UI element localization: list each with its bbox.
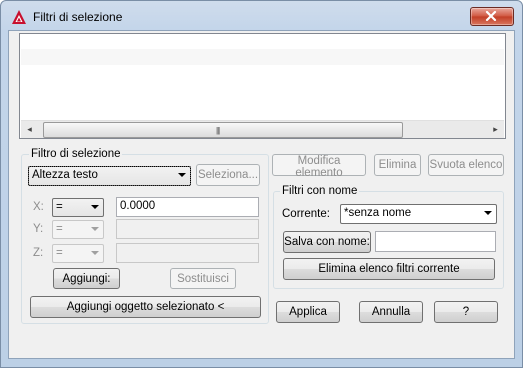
filter-list[interactable]: ◂ ||| ▸ [19, 33, 506, 139]
scroll-grip-icon: ||| [216, 126, 220, 135]
chevron-down-icon [91, 227, 99, 231]
current-filter-dropdown[interactable]: *senza nome [340, 204, 497, 224]
y-label: Y: [33, 223, 44, 235]
select-button[interactable]: Seleziona... [196, 164, 260, 186]
add-selected-object-button[interactable]: Aggiungi oggetto selezionato < [30, 296, 261, 318]
close-button[interactable] [470, 7, 514, 26]
help-button[interactable]: ? [434, 301, 498, 323]
list-item[interactable] [21, 49, 504, 65]
y-operator-dropdown[interactable]: = [52, 220, 104, 239]
y-operator-value: = [56, 223, 63, 235]
x-value-field[interactable]: 0.0000 [116, 197, 259, 217]
save-as-field[interactable] [375, 231, 496, 252]
chevron-down-icon [91, 205, 99, 209]
y-value-field[interactable] [116, 219, 259, 239]
window-title: Filtri di selezione [33, 10, 123, 24]
scroll-thumb[interactable]: ||| [43, 122, 403, 138]
x-label: X: [33, 201, 44, 213]
cancel-button[interactable]: Annulla [359, 301, 423, 323]
edit-item-button[interactable]: Modifica elemento [272, 154, 366, 179]
z-label: Z: [33, 247, 44, 259]
z-operator-dropdown[interactable]: = [52, 244, 104, 263]
scroll-left-arrow-icon[interactable]: ◂ [21, 121, 38, 138]
title-bar[interactable]: Filtri di selezione [1, 1, 522, 31]
z-value-field[interactable] [116, 243, 259, 263]
current-label: Corrente: [282, 208, 330, 220]
clear-list-button[interactable]: Svuota elenco [428, 154, 504, 176]
named-filters-label: Filtri con nome [280, 185, 360, 197]
x-operator-dropdown[interactable]: = [52, 198, 104, 217]
current-filter-value: *senza nome [344, 207, 412, 219]
horizontal-scrollbar[interactable]: ◂ ||| ▸ [21, 120, 504, 138]
filter-type-dropdown[interactable]: Altezza testo [28, 166, 191, 186]
autocad-logo-icon [12, 10, 26, 24]
chevron-down-icon [91, 251, 99, 255]
z-operator-value: = [56, 247, 63, 259]
add-button[interactable]: Aggiungi: [53, 268, 120, 289]
selection-filter-label: Filtro di selezione [29, 148, 123, 160]
close-icon [485, 11, 497, 21]
replace-button[interactable]: Sostituisci [170, 268, 236, 289]
delete-current-filter-list-button[interactable]: Elimina elenco filtri corrente [283, 258, 495, 280]
x-operator-value: = [56, 201, 63, 213]
save-as-button[interactable]: Salva con nome: [283, 231, 371, 253]
delete-button[interactable]: Elimina [374, 154, 421, 176]
apply-button[interactable]: Applica [276, 301, 340, 323]
scroll-right-arrow-icon[interactable]: ▸ [487, 121, 504, 138]
filter-type-value: Altezza testo [32, 169, 98, 181]
chevron-down-icon [178, 173, 186, 177]
chevron-down-icon [484, 211, 492, 215]
